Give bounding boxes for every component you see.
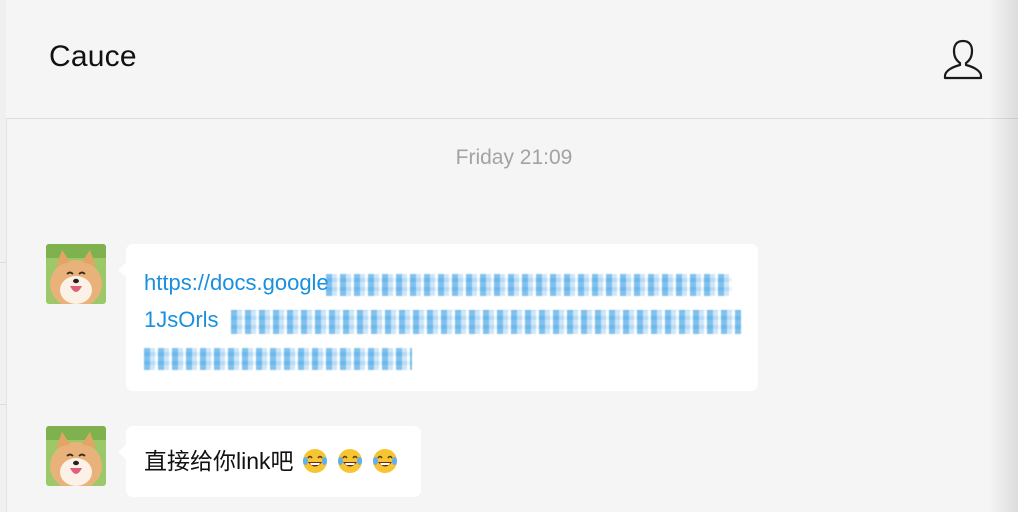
chat-window: Cauce Friday 21:09 https://docs.google 1… xyxy=(0,0,1018,512)
redacted-region xyxy=(326,274,732,296)
tears-of-joy-emoji xyxy=(301,447,329,475)
redacted-region xyxy=(144,348,412,370)
message-timestamp: Friday 21:09 xyxy=(455,146,573,169)
chat-title: Cauce xyxy=(49,40,137,73)
person-outline-icon[interactable] xyxy=(942,38,984,80)
shiba-dog-avatar[interactable] xyxy=(46,426,106,486)
list-divider xyxy=(0,262,6,263)
message-bubble-link[interactable]: https://docs.google 1JsOrls xyxy=(118,244,758,391)
shiba-dog-avatar[interactable] xyxy=(46,244,106,304)
tears-of-joy-emoji xyxy=(371,447,399,475)
tears-of-joy-emoji xyxy=(336,447,364,475)
list-divider xyxy=(0,404,6,405)
message-bubble-text[interactable]: 直接给你link吧 xyxy=(118,426,421,497)
redacted-region xyxy=(231,310,741,334)
chat-header: Cauce xyxy=(6,0,1018,119)
message-text: 直接给你link吧 xyxy=(144,448,294,474)
